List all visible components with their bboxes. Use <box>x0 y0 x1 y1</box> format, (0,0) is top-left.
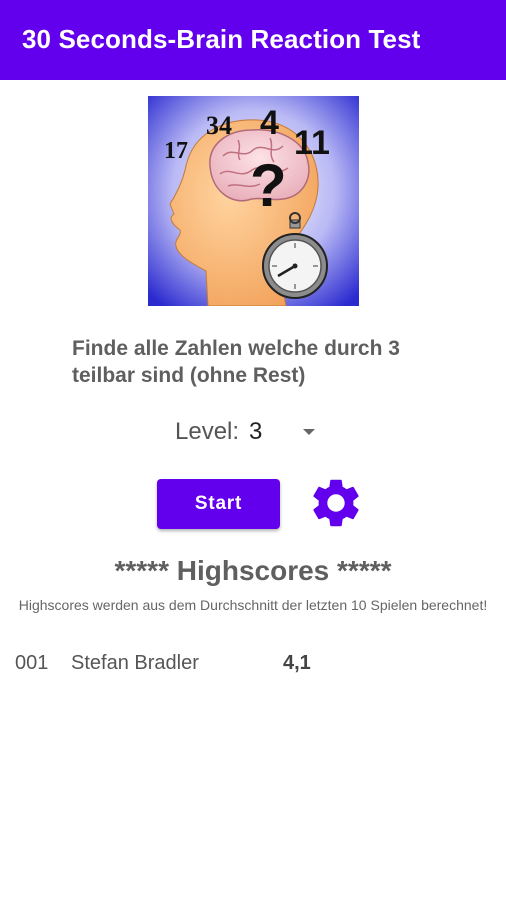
brain-clock-logo: 17 34 4 11 ? <box>148 96 359 306</box>
start-button[interactable]: Start <box>157 479 280 529</box>
logo-number-11: 11 <box>294 124 330 162</box>
chevron-down-icon[interactable] <box>303 429 316 435</box>
level-label: Level: <box>175 418 240 445</box>
logo-number-17: 17 <box>164 138 188 164</box>
logo-number-4: 4 <box>260 104 279 142</box>
level-value[interactable]: 3 <box>249 418 297 446</box>
highscore-name: Stefan Bradler <box>71 652 199 674</box>
gear-icon[interactable] <box>307 474 365 532</box>
highscore-rank: 001 <box>15 652 49 674</box>
logo-question-mark: ? <box>250 152 287 219</box>
app-title: 30 Seconds-Brain Reaction Test <box>22 24 421 54</box>
logo-number-34: 34 <box>206 111 232 140</box>
app-bar: 30 Seconds-Brain Reaction Test <box>0 0 506 80</box>
instruction-text: Finde alle Zahlen welche durch 3 teilbar… <box>72 337 400 387</box>
highscores-subtitle: Highscores werden aus dem Durchschnitt d… <box>18 597 488 613</box>
highscore-row: 001 Stefan Bradler 4,1 <box>0 652 506 680</box>
highscores-title: ***** Highscores ***** <box>114 555 392 586</box>
highscore-score: 4,1 <box>283 652 311 674</box>
level-selector[interactable]: Level: 3 <box>175 414 316 450</box>
